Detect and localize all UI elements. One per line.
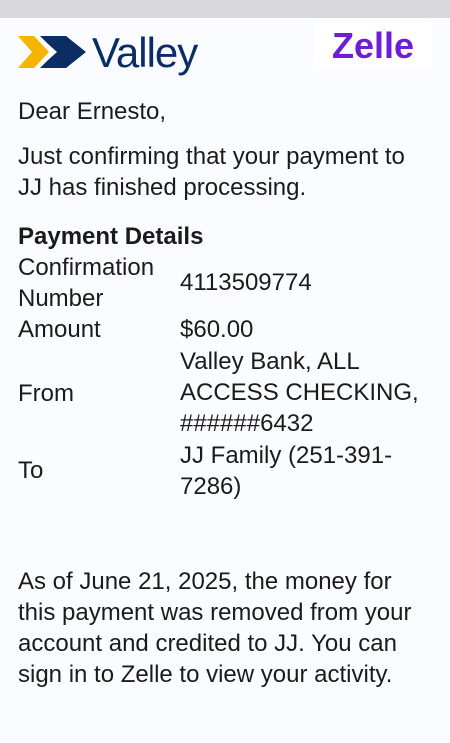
zelle-logo: Zelle (314, 22, 432, 70)
detail-value: Valley Bank, ALL ACCESS CHECKING, ######… (180, 348, 419, 437)
detail-value: $60.00 (180, 316, 254, 343)
email-screen: Valley Zelle Dear Ernesto, Just confirmi… (0, 0, 450, 743)
detail-label: To (18, 457, 44, 484)
payment-details-title: Payment Details (18, 223, 204, 250)
detail-value: 4113509774 (180, 269, 312, 296)
detail-value: JJ Family (251-391-7286) (180, 442, 393, 500)
detail-row-from: From Valley Bank, ALL ACCESS CHECKING, #… (18, 346, 432, 440)
detail-label: Confirmation Number (18, 254, 155, 312)
detail-row-to: To JJ Family (251-391-7286) (18, 440, 432, 504)
detail-label: Amount (18, 316, 101, 343)
valley-chevron-logo-icon (18, 36, 86, 68)
valley-wordmark: Valley (92, 29, 198, 76)
confirmation-message: Just confirming that your payment to JJ … (18, 143, 405, 201)
detail-row-amount: Amount $60.00 (18, 314, 432, 346)
detail-label: From (18, 380, 74, 407)
detail-row-confirmation-number: Confirmation Number 4113509774 (18, 252, 432, 314)
top-status-bar (0, 0, 450, 18)
zelle-wordmark: Zelle (331, 25, 415, 66)
email-header: Valley Zelle (0, 18, 450, 90)
greeting-text: Dear Ernesto, (18, 98, 167, 125)
footer-message: As of June 21, 2025, the money for this … (18, 568, 412, 688)
valley-logo: Valley (18, 26, 228, 80)
payment-details-table: Confirmation Number 4113509774 Amount $6… (18, 252, 432, 504)
email-content: Dear Ernesto, Just confirming that your … (18, 96, 432, 688)
